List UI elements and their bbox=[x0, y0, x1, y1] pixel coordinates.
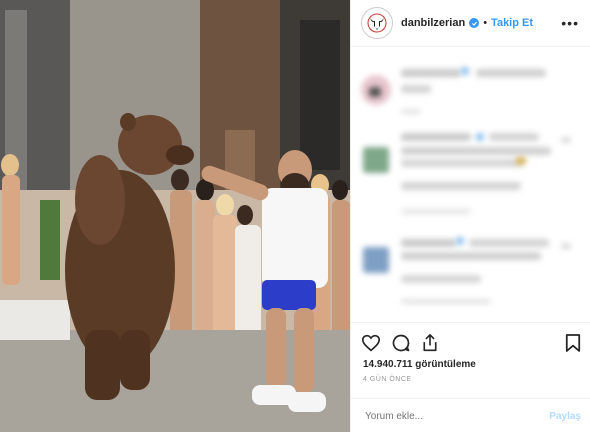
post-comment-button[interactable]: Paylaş bbox=[549, 411, 581, 422]
username[interactable]: danbilzerian bbox=[401, 17, 465, 29]
share-icon[interactable] bbox=[421, 333, 439, 353]
separator: • bbox=[483, 17, 488, 29]
post-actions: 14.940.711 görüntüleme 4 GÜN ÖNCE Paylaş bbox=[351, 322, 590, 433]
comment-form: Paylaş bbox=[351, 398, 590, 433]
bookmark-icon[interactable] bbox=[565, 333, 581, 353]
post-header: danbilzerian • Takip Et ••• bbox=[351, 0, 590, 47]
comment-input[interactable] bbox=[363, 409, 550, 423]
post-date: 4 GÜN ÖNCE bbox=[363, 376, 412, 383]
commenter-avatar[interactable] bbox=[363, 147, 389, 173]
avatar[interactable] bbox=[361, 7, 393, 39]
heart-icon[interactable] bbox=[361, 334, 381, 352]
bull-logo-icon bbox=[367, 13, 387, 33]
post-photo[interactable] bbox=[0, 0, 350, 432]
instagram-post: danbilzerian • Takip Et ••• 14.940.711 g… bbox=[0, 0, 590, 432]
action-icons bbox=[351, 323, 590, 353]
verified-badge-icon bbox=[469, 18, 480, 28]
comments-list bbox=[351, 47, 590, 320]
photo-illustration bbox=[0, 0, 350, 432]
view-count[interactable]: 14.940.711 görüntüleme bbox=[351, 353, 590, 370]
follow-button[interactable]: Takip Et bbox=[491, 17, 533, 29]
commenter-avatar[interactable] bbox=[363, 247, 389, 273]
post-sidebar: danbilzerian • Takip Et ••• 14.940.711 g… bbox=[350, 0, 590, 432]
more-options-icon[interactable]: ••• bbox=[561, 15, 579, 31]
comment-icon[interactable] bbox=[391, 333, 411, 353]
